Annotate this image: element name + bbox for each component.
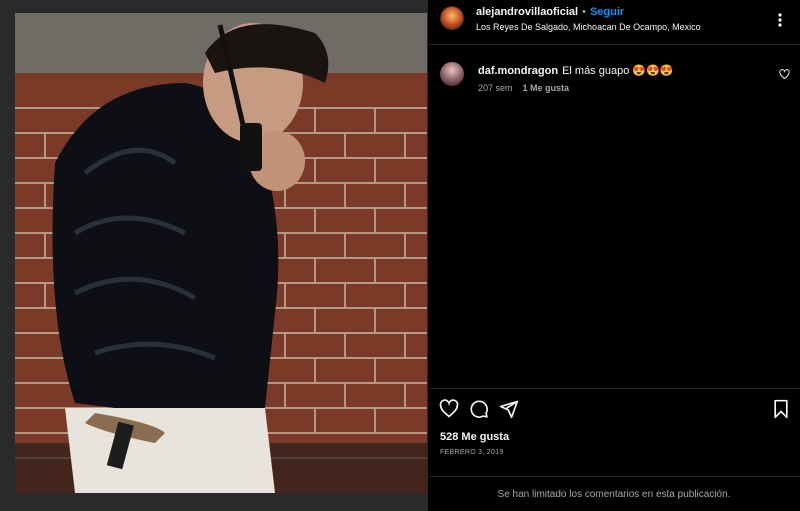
commenter-avatar[interactable] [440, 62, 464, 86]
post-photo-image [15, 13, 427, 493]
photo-pane [0, 0, 428, 511]
comment-likes[interactable]: 1 Me gusta [523, 83, 570, 93]
comment-meta: 207 sem 1 Me gusta [478, 83, 569, 93]
post-header: alejandrovillaoficial • Seguir Los Reyes D… [428, 0, 800, 45]
comment-body: El más guapo 😍😍😍 [562, 65, 674, 77]
separator-dot: • [582, 6, 586, 18]
save-icon[interactable] [771, 399, 791, 419]
post-photo[interactable] [15, 13, 427, 493]
post-sidebar: alejandrovillaoficial • Seguir Los Reyes D… [428, 0, 800, 511]
share-icon[interactable] [499, 399, 519, 419]
more-icon[interactable] [772, 12, 788, 28]
actions-bar: 528 Me gusta FEBRERO 3, 2019 Se han limi… [428, 388, 800, 511]
likes-count[interactable]: 528 Me gusta [440, 431, 509, 443]
author-avatar[interactable] [440, 6, 464, 30]
comment-text-line: daf.mondragon El más guapo 😍😍😍 [478, 64, 673, 77]
commenter-username[interactable]: daf.mondragon [478, 65, 558, 77]
comment-age: 207 sem [478, 83, 513, 93]
like-icon[interactable] [439, 399, 459, 419]
follow-button[interactable]: Seguir [590, 6, 624, 18]
post-date[interactable]: FEBRERO 3, 2019 [440, 449, 504, 456]
comments-limited-notice: Se han limitado los comentarios en esta … [428, 476, 800, 511]
comment-like-icon[interactable] [779, 69, 790, 80]
post-location[interactable]: Los Reyes De Salgado, Michoacan De Ocamp… [476, 22, 701, 32]
author-line: alejandrovillaoficial • Seguir [476, 6, 624, 18]
comment-icon[interactable] [469, 399, 489, 419]
author-username[interactable]: alejandrovillaoficial [476, 6, 578, 18]
